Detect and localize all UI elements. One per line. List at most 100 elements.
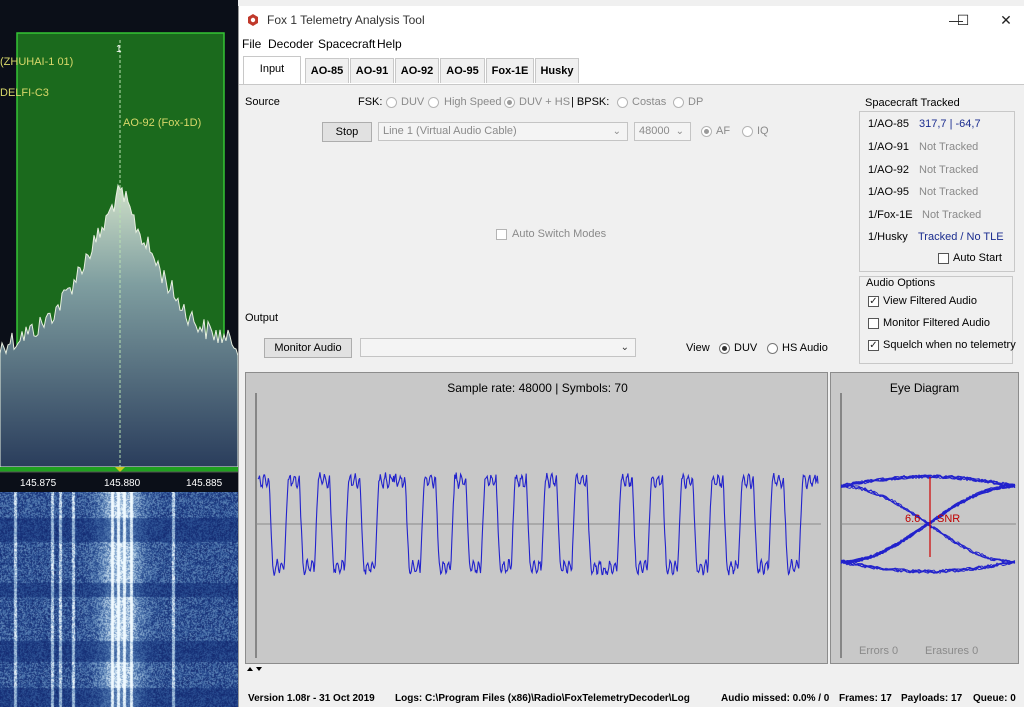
menu-help[interactable]: Help: [377, 37, 402, 51]
waveform-trace: [255, 393, 821, 658]
bpsk-label: | BPSK:: [571, 96, 610, 108]
af-label: AF: [716, 125, 731, 137]
spacecraft-name: 1/AO-91: [868, 141, 909, 153]
app-icon: [248, 14, 258, 26]
fsk-duv-hs-radio[interactable]: [504, 97, 515, 108]
fsk-duv-radio[interactable]: [386, 97, 397, 108]
spacecraft-status: Not Tracked: [919, 164, 979, 176]
eye-errors: Errors 0: [859, 645, 899, 657]
spacecraft-status: Not Tracked: [922, 209, 982, 221]
sample-rate-select[interactable]: 48000 ⌄: [634, 122, 691, 141]
spacecraft-tracked-title: Spacecraft Tracked: [865, 97, 960, 109]
version-text: Version 1.08r - 31 Oct 2019: [248, 693, 375, 704]
fsk-label: FSK:: [358, 96, 383, 108]
bpsk-dp-radio[interactable]: [673, 97, 684, 108]
view-filtered-audio-checkbox[interactable]: ✓: [868, 296, 879, 307]
audio-device-value: Line 1 (Virtual Audio Cable): [383, 125, 517, 137]
sample-rate-value: 48000: [639, 125, 670, 137]
app-window: Fox 1 Telemetry Analysis Tool — ☐ ✕ File…: [238, 6, 1024, 707]
chevron-down-icon: ⌄: [612, 126, 621, 137]
tab-input[interactable]: Input: [243, 56, 301, 84]
monitor-audio-button[interactable]: Monitor Audio: [264, 338, 352, 358]
squelch-checkbox[interactable]: ✓: [868, 340, 879, 351]
spacecraft-status: Not Tracked: [919, 186, 979, 198]
fsk-highspeed-label: High Speed: [444, 96, 502, 108]
af-radio[interactable]: [701, 126, 712, 137]
audio-waveform-plot: Sample rate: 48000 | Symbols: 70: [245, 372, 828, 664]
stop-button[interactable]: Stop: [322, 122, 372, 142]
tab-ao-92[interactable]: AO-92: [395, 58, 439, 83]
audio-options-title: Audio Options: [866, 277, 936, 289]
audio-device-select[interactable]: Line 1 (Virtual Audio Cable) ⌄: [378, 122, 628, 141]
sdr-sat-label: AO-92 (Fox-1D): [123, 117, 202, 129]
spacecraft-status: Not Tracked: [919, 141, 979, 153]
output-label: Output: [245, 312, 279, 324]
window-title: Fox 1 Telemetry Analysis Tool: [267, 13, 425, 27]
frames-count: Frames: 17: [839, 693, 892, 704]
snr-label: SNR: [937, 513, 961, 525]
squelch-label: Squelch when no telemetry: [883, 339, 1016, 351]
output-device-select[interactable]: ⌄: [360, 338, 636, 357]
fsk-highspeed-radio[interactable]: [428, 97, 439, 108]
freq-tick: 145.875: [20, 478, 57, 489]
fsk-duv-label: DUV: [401, 96, 425, 108]
auto-start-label: Auto Start: [953, 252, 1002, 264]
bpsk-costas-radio[interactable]: [617, 97, 628, 108]
monitor-filtered-audio-checkbox[interactable]: [868, 318, 879, 329]
view-filtered-audio-label: View Filtered Audio: [883, 295, 977, 307]
chevron-down-icon: ⌄: [675, 126, 684, 137]
spacecraft-name: 1/AO-95: [868, 186, 909, 198]
eye-trace-line: [840, 474, 1016, 487]
spectrum-plot: [0, 0, 238, 492]
fsk-duv-hs-label: DUV + HS: [519, 96, 571, 108]
close-icon[interactable]: ✕: [983, 6, 1024, 34]
menu-spacecraft[interactable]: Spacecraft: [318, 37, 375, 51]
waterfall: [0, 492, 238, 707]
spacecraft-name: 1/Husky: [868, 231, 908, 243]
monitor-filtered-audio-label: Monitor Filtered Audio: [883, 317, 990, 329]
auto-switch-checkbox[interactable]: [496, 229, 507, 240]
chevron-down-icon: ⌄: [620, 342, 629, 353]
spacecraft-tracked-panel: Spacecraft Tracked 1/AO-85 317,7 | -64,7…: [859, 96, 1015, 272]
sdr-spectrum-pane: (ZHUHAI-1 01) DELFI-C3 AO-92 (Fox-1D) 1 …: [0, 0, 238, 707]
freq-tick: 145.885: [186, 478, 223, 489]
audio-options-panel: Audio Options ✓ View Filtered Audio Moni…: [859, 276, 1016, 364]
view-duv-radio[interactable]: [719, 343, 730, 354]
freq-tick: 145.880: [104, 478, 141, 489]
status-bar: Version 1.08r - 31 Oct 2019 Logs: C:\Pro…: [239, 688, 1024, 707]
iq-radio[interactable]: [742, 126, 753, 137]
menu-decoder[interactable]: Decoder: [268, 37, 313, 51]
audio-missed: Audio missed: 0.0% / 0: [721, 693, 830, 704]
scroll-arrows-icon[interactable]: [245, 665, 275, 673]
tab-ao-85[interactable]: AO-85: [305, 58, 349, 83]
tab-husky[interactable]: Husky: [535, 58, 579, 83]
view-label: View: [686, 342, 710, 354]
spacecraft-name: 1/AO-85: [868, 118, 909, 130]
channel-number: 1: [116, 44, 122, 55]
bpsk-costas-label: Costas: [632, 96, 667, 108]
spacecraft-name: 1/Fox-1E: [868, 209, 913, 221]
bpsk-dp-label: DP: [688, 96, 704, 108]
menu-bar: File Decoder Spacecraft Help: [239, 34, 1024, 54]
tab-fox-1e[interactable]: Fox-1E: [486, 58, 534, 83]
maximize-icon[interactable]: ☐: [940, 6, 986, 34]
logs-path: Logs: C:\Program Files (x86)\Radio\FoxTe…: [395, 693, 690, 704]
title-bar[interactable]: Fox 1 Telemetry Analysis Tool — ☐ ✕: [239, 6, 1024, 34]
iq-label: IQ: [757, 125, 769, 137]
sdr-sat-label: (ZHUHAI-1 01): [0, 56, 74, 68]
eye-erasures: Erasures 0: [925, 645, 979, 657]
tab-ao-91[interactable]: AO-91: [350, 58, 394, 83]
tab-bar: Input AO-85 AO-91 AO-92 AO-95 Fox-1E Hus…: [239, 54, 1024, 85]
tab-ao-95[interactable]: AO-95: [440, 58, 485, 83]
auto-start-checkbox[interactable]: [938, 253, 949, 264]
spacecraft-name: 1/AO-92: [868, 164, 909, 176]
view-hs-audio-label: HS Audio: [782, 342, 828, 354]
payloads-count: Payloads: 17: [901, 693, 963, 704]
view-duv-label: DUV: [734, 342, 758, 354]
spacecraft-status: 317,7 | -64,7: [919, 118, 981, 130]
menu-file[interactable]: File: [242, 37, 261, 51]
view-hs-audio-radio[interactable]: [767, 343, 778, 354]
spacecraft-status: Tracked / No TLE: [918, 231, 1004, 243]
source-label: Source: [245, 96, 280, 108]
auto-switch-label: Auto Switch Modes: [512, 228, 607, 240]
